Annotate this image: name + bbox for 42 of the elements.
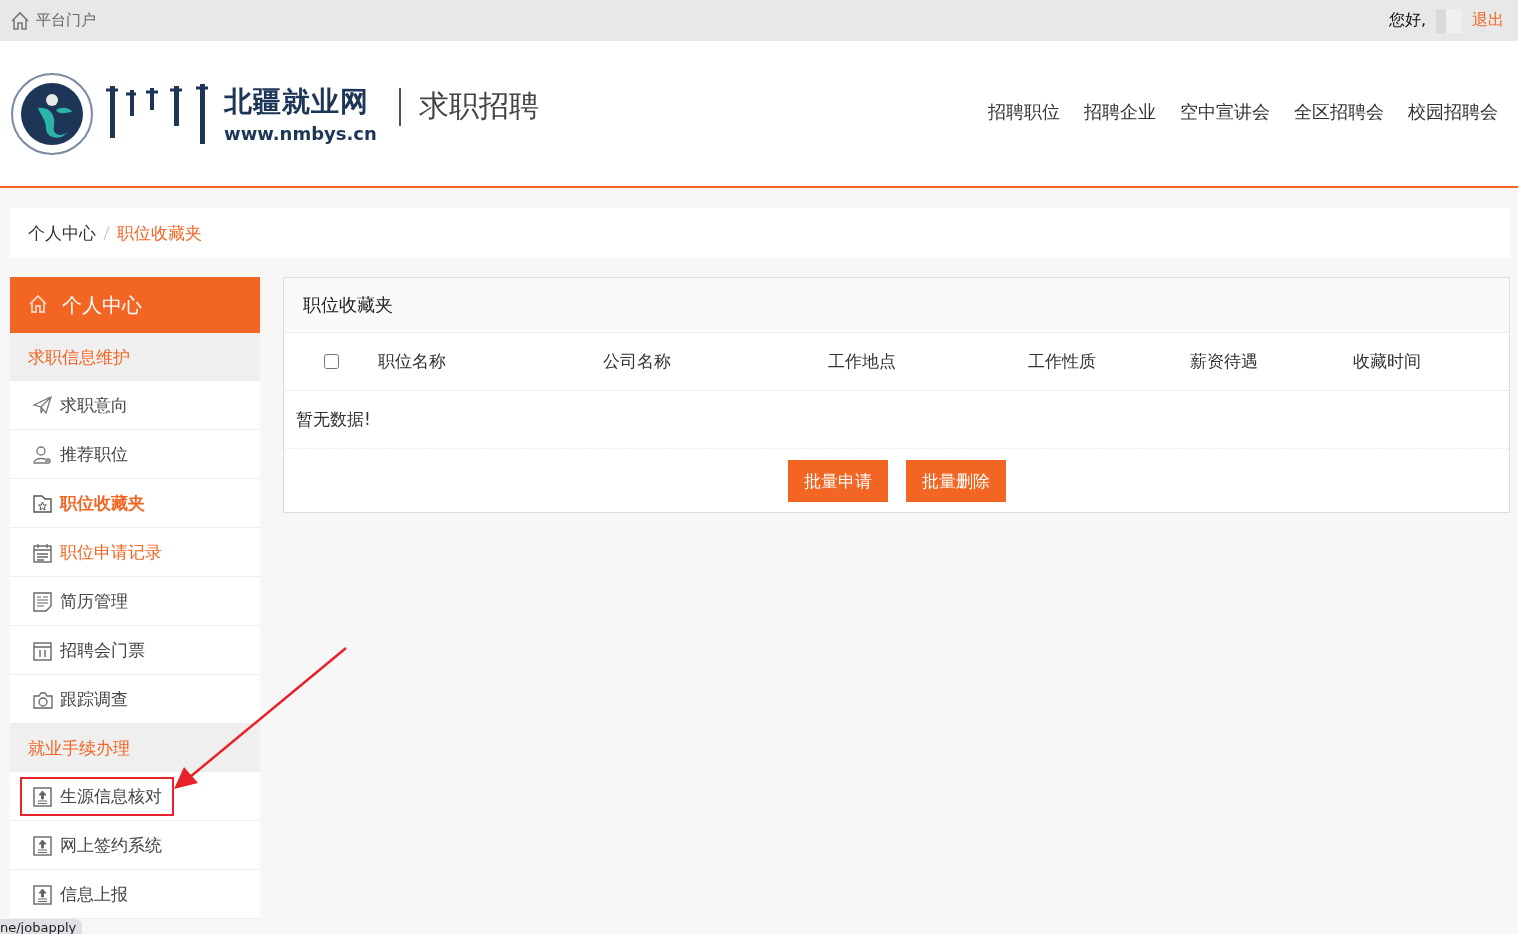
- emblem-icon: [10, 71, 94, 156]
- column-header: 薪资待遇: [1190, 350, 1259, 373]
- upload-icon: [32, 834, 53, 856]
- column-header: 职位名称: [378, 350, 447, 373]
- status-url-tooltip: ne/jobapply: [0, 919, 83, 934]
- document-icon: [32, 590, 53, 612]
- folder-star-icon: [32, 492, 53, 514]
- sidebar-item[interactable]: 求职意向: [20, 385, 140, 425]
- panel-title: 职位收藏夹: [284, 278, 1509, 333]
- ticket-icon: [32, 639, 53, 661]
- upload-icon: [32, 785, 53, 807]
- sidebar-item[interactable]: 跟踪调查: [20, 679, 140, 719]
- breadcrumb-link[interactable]: 个人中心: [28, 221, 96, 245]
- select-all-checkbox[interactable]: [323, 354, 339, 369]
- calendar-icon: [32, 541, 53, 563]
- sidebar-item[interactable]: 招聘会门票: [20, 630, 157, 670]
- sidebar-group-header: 就业手续办理: [10, 724, 260, 772]
- site-url: www.nmbys.cn: [224, 123, 377, 144]
- column-header: 收藏时间: [1353, 350, 1422, 373]
- sidebar-group-header: 求职信息维护: [10, 333, 260, 381]
- nav-link[interactable]: 校园招聘会: [1408, 99, 1498, 124]
- sidebar-item[interactable]: 推荐职位: [20, 434, 140, 474]
- user-icon: [32, 443, 53, 465]
- nav-link[interactable]: 空中宣讲会: [1180, 99, 1270, 124]
- section-title: 求职招聘: [418, 87, 539, 125]
- sidebar-item[interactable]: 简历管理: [20, 581, 140, 621]
- site-name: 北疆就业网: [224, 84, 370, 120]
- nav-link[interactable]: 全区招聘会: [1294, 99, 1384, 124]
- column-header: 工作性质: [1028, 350, 1097, 373]
- nav-link[interactable]: 招聘职位: [988, 99, 1060, 124]
- nav-link[interactable]: 招聘企业: [1084, 99, 1156, 124]
- empty-message: 暂无数据!: [284, 391, 1509, 449]
- home-icon: [10, 10, 30, 31]
- sidebar-item[interactable]: 生源信息核对: [20, 776, 174, 816]
- upload-icon: [32, 883, 53, 905]
- paper-plane-icon: [32, 394, 53, 416]
- column-header: 工作地点: [828, 350, 897, 373]
- sidebar-item[interactable]: 网上签约系统: [20, 825, 174, 865]
- portal-link[interactable]: 平台门户: [10, 10, 96, 31]
- sidebar-item[interactable]: 信息上报: [20, 874, 140, 914]
- column-header: 公司名称: [603, 350, 672, 373]
- greeting-text: 您好,: [1388, 10, 1426, 31]
